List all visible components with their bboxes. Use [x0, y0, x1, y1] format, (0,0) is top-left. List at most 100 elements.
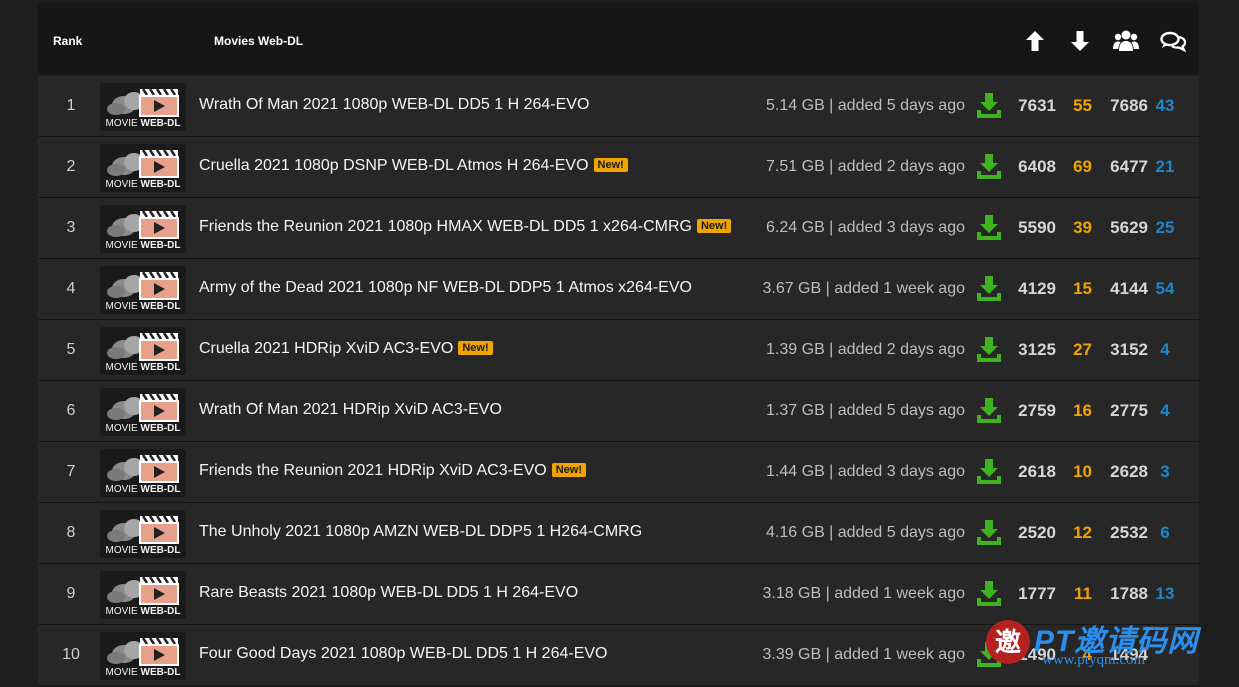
- torrent-title-link[interactable]: Friends the Reunion 2021 1080p HMAX WEB-…: [199, 218, 732, 236]
- size-and-date: 7.51 GB | added 2 days ago: [766, 158, 965, 175]
- comments-count[interactable]: 25: [1148, 218, 1182, 238]
- thumbnail-label: MOVIE WEB-DL: [105, 301, 181, 312]
- torrent-title-text: Cruella 2021 HDRip XviD AC3-EVO: [199, 340, 454, 357]
- torrent-title-link[interactable]: Army of the Dead 2021 1080p NF WEB-DL DD…: [199, 279, 692, 297]
- comments-count[interactable]: 4: [1148, 401, 1182, 421]
- rank-number: 4: [66, 280, 76, 297]
- size-and-date: 6.24 GB | added 3 days ago: [766, 219, 965, 236]
- leechers-count: 10: [1073, 462, 1092, 481]
- download-icon[interactable]: [974, 578, 1004, 608]
- thumbnail-label: MOVIE WEB-DL: [105, 240, 181, 251]
- torrent-title-link[interactable]: Four Good Days 2021 1080p WEB-DL DD5 1 H…: [199, 645, 608, 663]
- thumbnail-label: MOVIE WEB-DL: [105, 667, 181, 678]
- torrent-title-link[interactable]: Wrath Of Man 2021 1080p WEB-DL DD5 1 H 2…: [199, 96, 589, 114]
- arrow-down-icon[interactable]: [1066, 27, 1094, 55]
- torrent-title-link[interactable]: Rare Beasts 2021 1080p WEB-DL DD5 1 H 26…: [199, 584, 578, 602]
- seeders-count: 5590: [1018, 218, 1056, 237]
- total-count: 4144: [1110, 279, 1148, 298]
- download-icon[interactable]: [974, 90, 1004, 120]
- category-thumbnail[interactable]: MOVIE WEB-DL: [100, 388, 186, 436]
- rank-number: 5: [66, 341, 76, 358]
- download-icon[interactable]: [974, 395, 1004, 425]
- leechers-count: 55: [1073, 96, 1092, 115]
- leechers-count: 16: [1073, 401, 1092, 420]
- total-count: 2775: [1110, 401, 1148, 420]
- size-and-date: 3.18 GB | added 1 week ago: [762, 585, 965, 602]
- download-icon[interactable]: [974, 334, 1004, 364]
- users-icon[interactable]: [1112, 27, 1140, 55]
- watermark: 邀 PT邀请码网 www.ptyqm.com: [982, 614, 1232, 670]
- torrent-title-link[interactable]: Wrath Of Man 2021 HDRip XviD AC3-EVO: [199, 401, 502, 419]
- category-thumbnail[interactable]: MOVIE WEB-DL: [100, 571, 186, 619]
- category-thumbnail[interactable]: MOVIE WEB-DL: [100, 144, 186, 192]
- rank-number: 1: [66, 97, 76, 114]
- thumbnail-label: MOVIE WEB-DL: [105, 484, 181, 495]
- new-badge: New!: [593, 158, 628, 172]
- torrent-title-link[interactable]: The Unholy 2021 1080p AMZN WEB-DL DDP5 1…: [199, 523, 642, 541]
- table-header: Rank Movies Web-DL: [38, 3, 1199, 75]
- torrent-title-text: Cruella 2021 1080p DSNP WEB-DL Atmos H 2…: [199, 157, 589, 174]
- comments-count[interactable]: 43: [1148, 96, 1182, 116]
- table-row: 7 MOVIE WEB-DL Friends the Reunion 2021 …: [38, 442, 1199, 503]
- arrow-up-icon[interactable]: [1021, 27, 1049, 55]
- seeders-count: 1777: [1018, 584, 1056, 603]
- torrent-title-text: Wrath Of Man 2021 HDRip XviD AC3-EVO: [199, 401, 502, 418]
- thumbnail-label: MOVIE WEB-DL: [105, 118, 181, 129]
- comments-count[interactable]: 21: [1148, 157, 1182, 177]
- rank-number: 9: [66, 585, 76, 602]
- total-count: 1788: [1110, 584, 1148, 603]
- total-count: 2628: [1110, 462, 1148, 481]
- seeders-count: 2520: [1018, 523, 1056, 542]
- category-thumbnail[interactable]: MOVIE WEB-DL: [100, 83, 186, 131]
- size-and-date: 1.39 GB | added 2 days ago: [766, 341, 965, 358]
- seeders-count: 4129: [1018, 279, 1056, 298]
- thumbnail-label: MOVIE WEB-DL: [105, 545, 181, 556]
- watermark-url: www.ptyqm.com: [1042, 652, 1146, 668]
- category-thumbnail[interactable]: MOVIE WEB-DL: [100, 205, 186, 253]
- comments-count[interactable]: 4: [1148, 340, 1182, 360]
- table-row: 1 MOVIE WEB-DL Wrath Of Man 2021 1080p W…: [38, 76, 1199, 137]
- seeders-count: 2759: [1018, 401, 1056, 420]
- rank-number: 7: [66, 463, 76, 480]
- torrent-rows: 1 MOVIE WEB-DL Wrath Of Man 2021 1080p W…: [38, 76, 1199, 686]
- category-thumbnail[interactable]: MOVIE WEB-DL: [100, 632, 186, 680]
- torrent-title-link[interactable]: Cruella 2021 1080p DSNP WEB-DL Atmos H 2…: [199, 157, 628, 175]
- torrent-title-link[interactable]: Friends the Reunion 2021 HDRip XviD AC3-…: [199, 462, 586, 480]
- rank-number: 10: [62, 646, 80, 663]
- table-row: 4 MOVIE WEB-DL Army of the Dead 2021 108…: [38, 259, 1199, 320]
- thumbnail-label: MOVIE WEB-DL: [105, 179, 181, 190]
- leechers-count: 27: [1073, 340, 1092, 359]
- comments-count[interactable]: 6: [1148, 523, 1182, 543]
- size-and-date: 4.16 GB | added 5 days ago: [766, 524, 965, 541]
- download-icon[interactable]: [974, 517, 1004, 547]
- table-row: 3 MOVIE WEB-DL Friends the Reunion 2021 …: [38, 198, 1199, 259]
- category-thumbnail[interactable]: MOVIE WEB-DL: [100, 510, 186, 558]
- download-icon[interactable]: [974, 456, 1004, 486]
- size-and-date: 1.37 GB | added 5 days ago: [766, 402, 965, 419]
- comments-count[interactable]: 3: [1148, 462, 1182, 482]
- torrent-title-text: Wrath Of Man 2021 1080p WEB-DL DD5 1 H 2…: [199, 96, 590, 113]
- watermark-seal: 邀: [986, 620, 1030, 664]
- category-thumbnail[interactable]: MOVIE WEB-DL: [100, 266, 186, 314]
- thumbnail-label: MOVIE WEB-DL: [105, 606, 181, 617]
- rank-number: 2: [66, 158, 76, 175]
- rank-number: 8: [66, 524, 76, 541]
- download-icon[interactable]: [974, 151, 1004, 181]
- download-icon[interactable]: [974, 273, 1004, 303]
- rank-column-header[interactable]: Rank: [53, 34, 82, 48]
- seeders-count: 3125: [1018, 340, 1056, 359]
- torrent-title-text: Friends the Reunion 2021 1080p HMAX WEB-…: [199, 218, 692, 235]
- torrent-title-text: Rare Beasts 2021 1080p WEB-DL DD5 1 H 26…: [199, 584, 579, 601]
- comments-icon[interactable]: [1159, 27, 1187, 55]
- torrent-title-link[interactable]: Cruella 2021 HDRip XviD AC3-EVO New!: [199, 340, 493, 358]
- size-and-date: 5.14 GB | added 5 days ago: [766, 97, 965, 114]
- leechers-count: 15: [1073, 279, 1092, 298]
- comments-count[interactable]: 54: [1148, 279, 1182, 299]
- table-row: 8 MOVIE WEB-DL The Unholy 2021 1080p AMZ…: [38, 503, 1199, 564]
- category-thumbnail[interactable]: MOVIE WEB-DL: [100, 449, 186, 497]
- seeders-count: 6408: [1018, 157, 1056, 176]
- download-icon[interactable]: [974, 212, 1004, 242]
- comments-count[interactable]: 13: [1148, 584, 1182, 604]
- category-thumbnail[interactable]: MOVIE WEB-DL: [100, 327, 186, 375]
- torrent-title-text: Army of the Dead 2021 1080p NF WEB-DL DD…: [199, 279, 692, 296]
